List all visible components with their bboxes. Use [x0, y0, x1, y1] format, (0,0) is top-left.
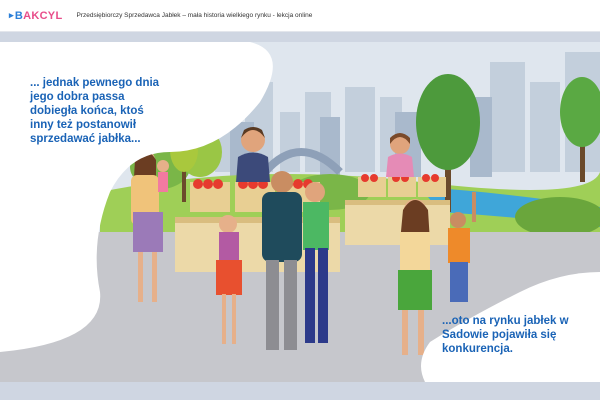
logo-text-b: B — [14, 9, 24, 22]
lesson-title: Przedsiębiorczy Sprzedawca Jabłek – mała… — [76, 12, 313, 19]
top-bar: ▸ B AKCYL Przedsiębiorczy Sprzedawca Jab… — [0, 0, 600, 32]
story-slide: ... jednak pewnego dnia jego dobra passa… — [0, 42, 600, 382]
logo-arrow-icon: ▸ — [9, 10, 14, 20]
story-caption-right: ...oto na rynku jabłek w Sadowie pojawił… — [442, 315, 569, 355]
logo-text-rest: AKCYL — [23, 9, 63, 22]
slide-bottom-strip — [0, 382, 600, 400]
slide-top-strip — [0, 32, 600, 42]
bakcyl-logo[interactable]: ▸ B AKCYL — [9, 10, 62, 22]
story-caption-left: ... jednak pewnego dnia jego dobra passa… — [30, 77, 160, 145]
